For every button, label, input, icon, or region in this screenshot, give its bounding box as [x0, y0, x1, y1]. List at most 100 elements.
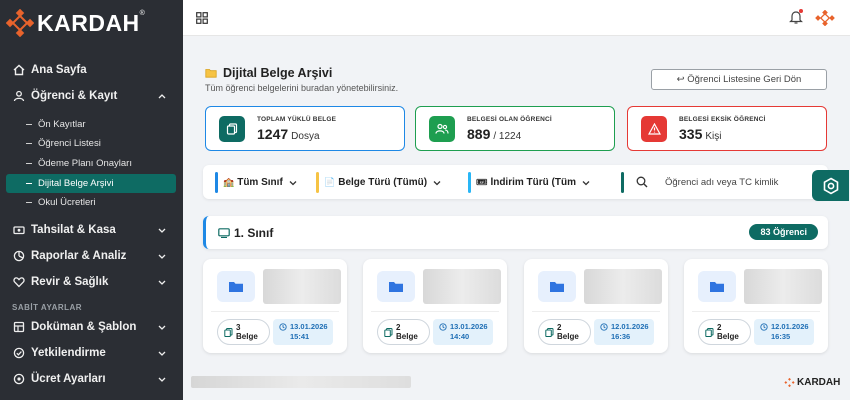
chevron-down-icon: [158, 351, 166, 356]
upload-time: 16:35: [771, 332, 791, 341]
grid-menu-icon[interactable]: [196, 12, 208, 24]
upload-date: 13.01.2026: [290, 322, 328, 331]
upload-date-box: 12.01.2026 16:35: [754, 319, 814, 345]
footer-brand-name: KARDAH: [797, 377, 841, 388]
stat-unit: / 1224: [493, 130, 522, 142]
home-icon: [12, 64, 25, 77]
chevron-down-icon: [158, 228, 166, 233]
nav-label: Tahsilat & Kasa: [31, 224, 116, 236]
select-value: İndirim Türü (Tüm: [490, 177, 576, 188]
document-type-select[interactable]: 📄 Belge Türü (Tümü): [316, 172, 459, 193]
class-filter-select[interactable]: 🏫 Tüm Sınıf: [215, 172, 307, 193]
chart-icon: [12, 250, 25, 263]
chevron-down-icon: [289, 180, 297, 185]
clock-icon: [600, 323, 608, 331]
subnav-okul-ucretleri[interactable]: Okul Ücretleri: [6, 193, 176, 212]
nav-revir-saglik[interactable]: Revir & Sağlık: [0, 272, 183, 292]
nav-dokuman-sablon[interactable]: Doküman & Şablon: [0, 317, 183, 337]
upload-date: 12.01.2026: [771, 322, 809, 331]
card-divider: [692, 311, 820, 312]
kardah-logo-icon: [6, 9, 34, 37]
student-document-card[interactable]: 2 Belge 12.01.2026 16:35: [684, 259, 828, 353]
folder-icon: [698, 271, 736, 302]
subnav-label: Okul Ücretleri: [38, 197, 96, 208]
nav-label: Ücret Ayarları: [31, 373, 106, 385]
discount-type-select[interactable]: 🎟 İndirim Türü (Tüm: [468, 172, 618, 193]
document-count: 2: [396, 323, 401, 332]
card-divider: [532, 311, 660, 312]
settings-fab-button[interactable]: [812, 170, 849, 201]
search-icon: [636, 176, 648, 188]
stat-card-total-documents: TOPLAM YÜKLÜ BELGE 1247 Dosya: [205, 106, 405, 151]
stat-label: BELGESİ OLAN ÖĞRENCİ: [467, 115, 552, 123]
student-info-blurred: [423, 269, 501, 304]
document-count-label: Belge: [236, 332, 258, 341]
documents-icon: [224, 327, 233, 337]
ticket-icon: 🎟: [476, 177, 488, 187]
document-count-pill: 2 Belge: [538, 319, 591, 345]
document-count: 3: [236, 323, 241, 332]
page-subtitle: Tüm öğrenci belgelerini buradan yönetebi…: [205, 83, 399, 93]
student-document-card[interactable]: 2 Belge 12.01.2026 16:36: [524, 259, 668, 353]
subnav-on-kayitlar[interactable]: Ön Kayıtlar: [6, 115, 176, 134]
brand-name: KARDAH: [37, 9, 140, 36]
document-count: 2: [717, 323, 722, 332]
nav-yetkilendirme[interactable]: Yetkilendirme: [0, 343, 183, 363]
chevron-down-icon: [582, 180, 590, 185]
select-accent-bar: [215, 172, 218, 193]
user-avatar-logo-icon[interactable]: [814, 10, 836, 26]
chevron-down-icon: [158, 254, 166, 259]
stat-value: 889: [467, 125, 491, 142]
stat-label: TOPLAM YÜKLÜ BELGE: [257, 115, 337, 123]
nav-tahsilat-kasa[interactable]: Tahsilat & Kasa: [0, 220, 183, 240]
brand-logo[interactable]: KARDAH ®: [6, 8, 145, 38]
upload-date-box: 13.01.2026 14:40: [433, 319, 493, 345]
shield-icon: [12, 347, 25, 360]
file-icon: 📄: [324, 177, 336, 187]
subnav-odeme-plani-onaylari[interactable]: Ödeme Planı Onayları: [6, 154, 176, 173]
select-value: Belge Türü (Tümü): [338, 177, 428, 188]
class-group-header[interactable]: 1. Sınıf 83 Öğrenci: [203, 216, 828, 249]
document-icon: [12, 321, 25, 334]
back-to-student-list-button[interactable]: ↩ Öğrenci Listesine Geri Dön: [651, 69, 827, 90]
nav-ana-sayfa[interactable]: Ana Sayfa: [0, 60, 183, 80]
student-count-badge: 83 Öğrenci: [749, 224, 818, 240]
subnav-ogrenci-listesi[interactable]: Öğrenci Listesi: [6, 134, 176, 153]
nav-ogrenci-kayit[interactable]: Öğrenci & Kayıt: [0, 86, 183, 106]
folder-icon: [205, 69, 217, 78]
card-divider: [211, 311, 339, 312]
student-info-blurred: [584, 269, 662, 304]
document-count-label: Belge: [396, 332, 418, 341]
document-count: 2: [557, 323, 562, 332]
documents-icon: [545, 327, 554, 337]
student-document-card[interactable]: 2 Belge 13.01.2026 14:40: [363, 259, 507, 353]
upload-time: 14:40: [450, 332, 470, 341]
main-content: Dijital Belge Arşivi Tüm öğrenci belgele…: [183, 36, 850, 400]
class-title: 1. Sınıf: [218, 226, 273, 240]
warning-icon: [641, 115, 667, 142]
nav-ucret-ayarlari[interactable]: Ücret Ayarları: [0, 369, 183, 389]
documents-icon: [384, 327, 393, 337]
cash-icon: [12, 224, 25, 237]
heart-icon: [12, 276, 25, 289]
dash-icon: [26, 202, 32, 203]
document-count-label: Belge: [717, 332, 739, 341]
dash-icon: [26, 163, 32, 164]
subnav-dijital-belge-arsivi[interactable]: Dijital Belge Arşivi: [6, 174, 176, 193]
upload-date: 12.01.2026: [611, 322, 649, 331]
document-count-label: Belge: [557, 332, 579, 341]
search-input[interactable]: [665, 174, 825, 190]
nav-raporlar-analiz[interactable]: Raporlar & Analiz: [0, 246, 183, 266]
student-document-card[interactable]: 3 Belge 13.01.2026 15:41: [203, 259, 347, 353]
folder-icon: [217, 271, 255, 302]
document-count-pill: 2 Belge: [377, 319, 430, 345]
card-divider: [371, 311, 499, 312]
nav-label: Doküman & Şablon: [31, 321, 137, 333]
dash-icon: [26, 183, 32, 184]
chevron-down-icon: [433, 180, 441, 185]
stat-card-students-with-docs: BELGESİ OLAN ÖĞRENCİ 889/ 1224: [415, 106, 615, 151]
documents-icon: [219, 115, 245, 142]
user-icon: [12, 90, 25, 103]
search-accent-bar: [621, 172, 624, 193]
dash-icon: [26, 143, 32, 144]
